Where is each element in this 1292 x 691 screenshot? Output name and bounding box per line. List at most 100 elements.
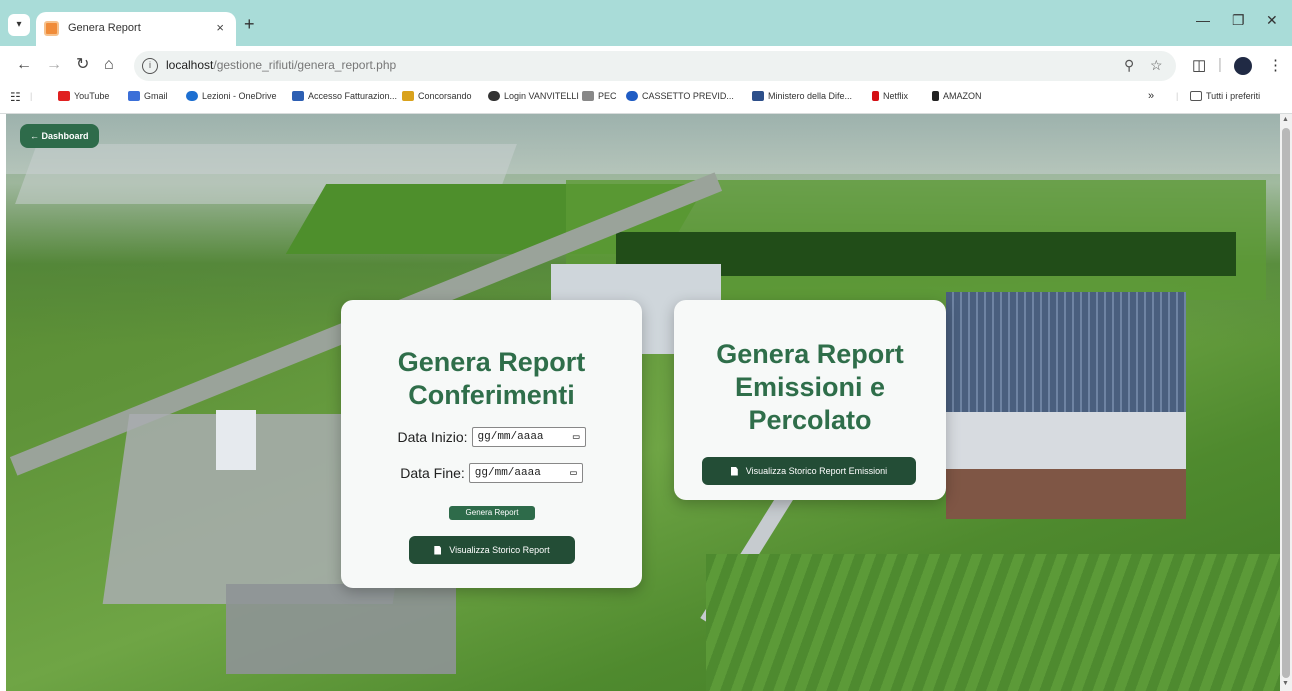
bookmark-label: Login VANVITELLI bbox=[504, 91, 579, 101]
card-title-line: Genera Report bbox=[716, 339, 904, 369]
all-bookmarks-folder[interactable]: Tutti i preferiti bbox=[1190, 91, 1260, 101]
url-host: localhost bbox=[166, 58, 214, 72]
start-date-label: Data Inizio: bbox=[397, 429, 468, 445]
site-info-icon[interactable]: i bbox=[142, 58, 158, 74]
report-conferimenti-card: Genera Report Conferimenti Data Inizio: … bbox=[341, 300, 642, 588]
ministero-icon bbox=[752, 91, 764, 101]
generate-report-button[interactable]: Genera Report bbox=[449, 506, 535, 520]
bookmark-star-icon[interactable]: ☆ bbox=[1150, 57, 1163, 74]
url-path: /gestione_rifiuti/genera_report.php bbox=[213, 58, 397, 72]
url-text: localhost/gestione_rifiuti/genera_report… bbox=[166, 58, 396, 72]
youtube-icon bbox=[58, 91, 70, 101]
reload-icon[interactable]: ↻ bbox=[76, 56, 89, 74]
divider: | bbox=[1218, 56, 1222, 73]
document-icon bbox=[434, 545, 442, 555]
fatturazione-icon bbox=[292, 91, 304, 101]
bookmark-label: Lezioni - OneDrive bbox=[202, 91, 277, 101]
apps-grid-icon[interactable]: ☷ bbox=[10, 90, 21, 104]
more-bookmarks-icon[interactable]: » bbox=[1148, 90, 1154, 102]
start-date-input[interactable]: gg/mm/aaaa ▭ bbox=[471, 427, 586, 447]
bookmark-fatturazione[interactable]: Accesso Fatturazion... bbox=[292, 91, 397, 101]
card-title-line: Genera Report bbox=[397, 347, 586, 377]
tab-close-icon[interactable]: × bbox=[216, 20, 224, 35]
cassetto-icon bbox=[626, 91, 638, 101]
gmail-icon bbox=[128, 91, 140, 101]
history-emissioni-button[interactable]: Visualizza Storico Report Emissioni bbox=[702, 457, 916, 485]
bookmark-label: Netflix bbox=[883, 91, 909, 101]
pec-icon bbox=[582, 91, 594, 101]
date-placeholder: gg/mm/aaaa bbox=[477, 431, 544, 443]
background-plant-machinery bbox=[226, 584, 456, 674]
bookmarks-bar: ☷ | YouTube Gmail Lezioni - OneDrive Acc… bbox=[0, 86, 1292, 114]
back-icon[interactable]: ← bbox=[16, 56, 32, 74]
end-date-input[interactable]: gg/mm/aaaa ▭ bbox=[468, 463, 583, 483]
scroll-thumb[interactable] bbox=[1282, 128, 1290, 678]
card-title: Genera Report Emissioni e Percolato bbox=[674, 338, 946, 437]
card-title: Genera Report Conferimenti bbox=[341, 346, 642, 412]
bookmark-amazon[interactable]: AMAZON bbox=[932, 91, 982, 101]
restore-icon[interactable]: ❐ bbox=[1232, 12, 1245, 29]
zoom-icon[interactable]: ⚲ bbox=[1124, 57, 1134, 74]
new-tab-button[interactable]: + bbox=[244, 15, 255, 33]
tab-genera-report[interactable]: Genera Report × bbox=[36, 12, 236, 46]
card-title-line: Percolato bbox=[748, 405, 872, 435]
bookmark-youtube[interactable]: YouTube bbox=[58, 91, 109, 101]
bookmark-concorsando[interactable]: Concorsando bbox=[402, 91, 472, 101]
bookmark-label: AMAZON bbox=[943, 91, 982, 101]
end-date-label: Data Fine: bbox=[400, 465, 465, 481]
vanvitelli-icon bbox=[488, 91, 500, 101]
bookmark-pec[interactable]: PEC bbox=[582, 91, 617, 101]
start-date-row: Data Inizio: gg/mm/aaaa ▭ bbox=[341, 427, 642, 447]
report-emissioni-card: Genera Report Emissioni e Percolato Visu… bbox=[674, 300, 946, 500]
cloud-icon bbox=[186, 91, 198, 101]
history-report-button[interactable]: Visualizza Storico Report bbox=[409, 536, 575, 564]
background-brick-wall bbox=[946, 469, 1186, 519]
calendar-icon[interactable]: ▭ bbox=[573, 430, 580, 444]
address-bar[interactable]: i localhost/gestione_rifiuti/genera_repo… bbox=[134, 51, 1176, 81]
card-title-line: Emissioni e bbox=[734, 372, 886, 402]
bookmark-label: PEC bbox=[598, 91, 617, 101]
profile-avatar[interactable] bbox=[1234, 57, 1252, 75]
favicon-icon bbox=[44, 21, 59, 36]
divider: | bbox=[30, 91, 33, 101]
background-solar-roof bbox=[946, 292, 1186, 412]
bookmark-onedrive[interactable]: Lezioni - OneDrive bbox=[186, 91, 277, 101]
home-icon[interactable]: ⌂ bbox=[104, 56, 114, 74]
page-scrollbar[interactable]: ▲ ▼ bbox=[1280, 114, 1292, 691]
background-building-wall bbox=[946, 412, 1186, 472]
bookmark-label: Concorsando bbox=[418, 91, 472, 101]
bookmark-netflix[interactable]: Netflix bbox=[872, 91, 908, 101]
end-date-row: Data Fine: gg/mm/aaaa ▭ bbox=[341, 463, 642, 483]
document-icon bbox=[730, 466, 738, 476]
bookmark-label: CASSETTO PREVID... bbox=[642, 91, 734, 101]
tab-title: Genera Report bbox=[68, 22, 141, 34]
menu-kebab-icon[interactable]: ⋮ bbox=[1268, 56, 1283, 74]
scroll-up-icon[interactable]: ▲ bbox=[1282, 116, 1289, 123]
bookmark-ministero[interactable]: Ministero della Dife... bbox=[752, 91, 852, 101]
bookmark-vanvitelli[interactable]: Login VANVITELLI bbox=[488, 91, 579, 101]
dashboard-button[interactable]: ← Dashboard bbox=[20, 124, 99, 148]
close-window-icon[interactable]: ✕ bbox=[1266, 12, 1278, 29]
page-background: ← Dashboard Genera Report Conferimenti D… bbox=[6, 114, 1280, 691]
history-emissioni-label: Visualizza Storico Report Emissioni bbox=[745, 466, 888, 476]
bookmark-label: Accesso Fatturazion... bbox=[308, 91, 398, 101]
minimize-icon[interactable]: — bbox=[1196, 12, 1210, 28]
browser-tabstrip: ▾ Genera Report × + — ❐ ✕ bbox=[0, 0, 1292, 46]
calendar-icon[interactable]: ▭ bbox=[570, 466, 577, 480]
tab-search-icon[interactable]: ▾ bbox=[8, 14, 30, 36]
forward-icon[interactable]: → bbox=[46, 56, 62, 74]
divider: | bbox=[1176, 91, 1179, 101]
browser-toolbar: ← → ↻ ⌂ i localhost/gestione_rifiuti/gen… bbox=[0, 46, 1292, 86]
amazon-icon bbox=[932, 91, 939, 101]
bookmark-label: Ministero della Dife... bbox=[768, 91, 853, 101]
date-placeholder: gg/mm/aaaa bbox=[474, 467, 541, 479]
history-report-label: Visualizza Storico Report bbox=[449, 545, 550, 555]
extensions-icon[interactable]: ◫ bbox=[1192, 56, 1206, 74]
bookmark-label: YouTube bbox=[74, 91, 110, 101]
background-tower bbox=[216, 410, 256, 470]
bookmark-label: Tutti i preferiti bbox=[1206, 91, 1261, 101]
netflix-icon bbox=[872, 91, 879, 101]
scroll-down-icon[interactable]: ▼ bbox=[1282, 680, 1289, 687]
bookmark-cassetto[interactable]: CASSETTO PREVID... bbox=[626, 91, 734, 101]
bookmark-gmail[interactable]: Gmail bbox=[128, 91, 168, 101]
